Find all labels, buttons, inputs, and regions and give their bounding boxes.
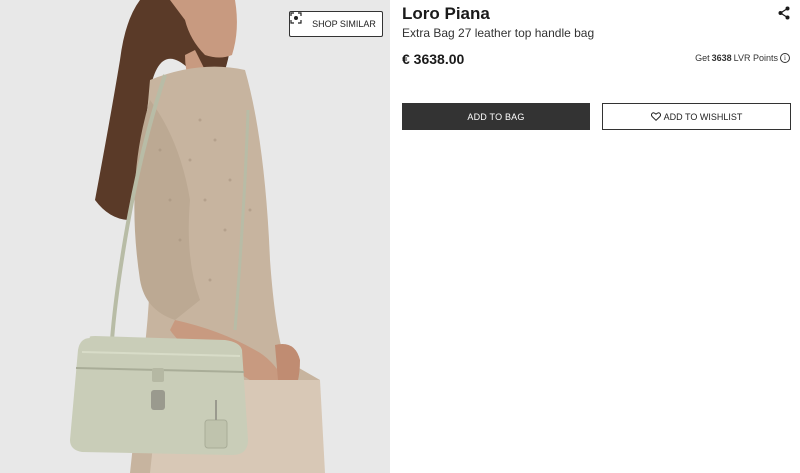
product-price: € 3638.00 bbox=[402, 51, 465, 67]
points-prefix: Get bbox=[695, 53, 710, 63]
product-title: Extra Bag 27 leather top handle bag bbox=[402, 26, 595, 40]
shop-similar-button[interactable]: SHOP SIMILAR bbox=[289, 11, 383, 37]
add-to-wishlist-label: ADD TO WISHLIST bbox=[663, 111, 743, 122]
share-icon[interactable] bbox=[778, 6, 790, 20]
loyalty-points: Get 3638 LVR Points i bbox=[695, 53, 790, 63]
points-value: 3638 bbox=[711, 53, 732, 63]
add-to-wishlist-button[interactable]: ADD TO WISHLIST bbox=[602, 103, 791, 130]
info-icon[interactable]: i bbox=[780, 53, 790, 63]
add-to-bag-button[interactable]: ADD TO BAG bbox=[402, 103, 590, 130]
points-suffix: LVR Points bbox=[733, 53, 778, 63]
product-image[interactable]: SHOP SIMILAR bbox=[0, 0, 390, 473]
scan-icon bbox=[290, 12, 308, 30]
brand-name[interactable]: Loro Piana bbox=[402, 4, 490, 24]
shop-similar-label: SHOP SIMILAR bbox=[312, 19, 376, 29]
product-info: Loro Piana Extra Bag 27 leather top hand… bbox=[402, 0, 792, 473]
model-photo bbox=[0, 0, 390, 473]
heart-icon bbox=[650, 112, 661, 121]
